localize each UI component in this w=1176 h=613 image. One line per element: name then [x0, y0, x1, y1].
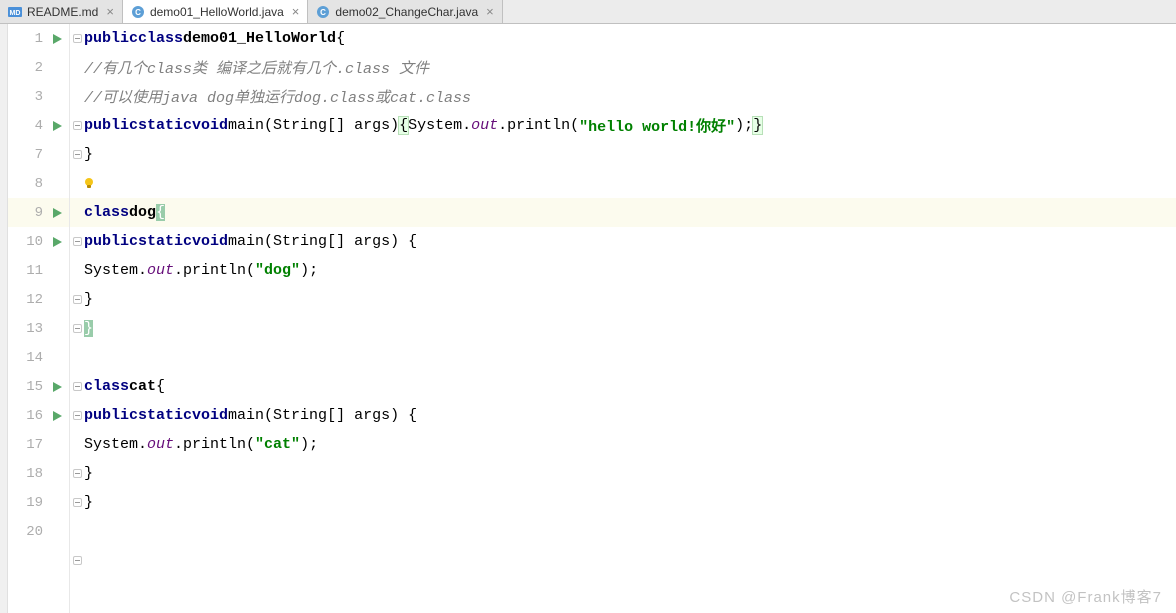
code-editor: 1 2 3 4 7 8 9 10 11 12 13 14 15 16 17 18… [0, 24, 1176, 613]
close-icon[interactable]: × [486, 4, 494, 19]
close-icon[interactable]: × [292, 4, 300, 19]
line-number: 17 [17, 437, 43, 453]
code-line[interactable]: public static void main(String[] args) { [70, 401, 1176, 430]
line-number: 12 [17, 292, 43, 308]
line-number: 2 [17, 60, 43, 76]
watermark-text: CSDN @Frank博客7 [1009, 586, 1162, 607]
tab-readme[interactable]: MD README.md × [0, 0, 123, 23]
line-number: 13 [17, 321, 43, 337]
code-line[interactable]: class cat { [70, 372, 1176, 401]
line-number: 14 [17, 350, 43, 366]
editor-left-strip [0, 24, 8, 613]
editor-tabs: MD README.md × C demo01_HelloWorld.java … [0, 0, 1176, 24]
java-class-file-icon: C [131, 5, 145, 19]
gutter: 1 2 3 4 7 8 9 10 11 12 13 14 15 16 17 18… [8, 24, 70, 613]
tab-label: README.md [27, 5, 98, 19]
fold-toggle-icon[interactable] [73, 556, 82, 565]
code-line[interactable]: public static void main(String[] args) { [70, 227, 1176, 256]
code-line[interactable]: //有几个class类 编译之后就有几个.class 文件 [70, 53, 1176, 82]
run-gutter-icon[interactable] [51, 381, 63, 393]
run-gutter-icon[interactable] [51, 410, 63, 422]
code-area[interactable]: public class demo01_HelloWorld { //有几个cl… [70, 24, 1176, 613]
code-line[interactable]: } [70, 488, 1176, 517]
tab-label: demo01_HelloWorld.java [150, 5, 284, 19]
code-line[interactable]: System.out.println("dog"); [70, 256, 1176, 285]
run-gutter-icon[interactable] [51, 236, 63, 248]
line-number: 19 [17, 495, 43, 511]
line-number: 9 [17, 205, 43, 221]
tab-label: demo02_ChangeChar.java [335, 5, 478, 19]
run-gutter-icon[interactable] [51, 120, 63, 132]
svg-text:MD: MD [10, 10, 21, 17]
java-class-file-icon: C [316, 5, 330, 19]
code-line[interactable]: class dog { [70, 198, 1176, 227]
code-line[interactable]: } [70, 314, 1176, 343]
code-line[interactable]: System.out.println("cat"); [70, 430, 1176, 459]
markdown-file-icon: MD [8, 5, 22, 19]
line-number: 20 [17, 524, 43, 540]
close-icon[interactable]: × [106, 4, 114, 19]
line-number: 15 [17, 379, 43, 395]
line-number: 3 [17, 89, 43, 105]
code-line[interactable]: //可以使用java dog单独运行dog.class或cat.class [70, 82, 1176, 111]
line-number: 18 [17, 466, 43, 482]
code-line[interactable]: } [70, 285, 1176, 314]
svg-text:C: C [135, 8, 141, 17]
code-line[interactable] [70, 169, 1176, 198]
line-number: 11 [17, 263, 43, 279]
svg-text:C: C [321, 8, 327, 17]
code-line[interactable]: public static void main(String[] args) {… [70, 111, 1176, 140]
code-line[interactable]: } [70, 140, 1176, 169]
tab-demo02[interactable]: C demo02_ChangeChar.java × [308, 0, 502, 23]
code-line[interactable]: public class demo01_HelloWorld { [70, 24, 1176, 53]
run-gutter-icon[interactable] [51, 33, 63, 45]
tab-demo01[interactable]: C demo01_HelloWorld.java × [123, 0, 308, 23]
line-number: 16 [17, 408, 43, 424]
line-number: 7 [17, 147, 43, 163]
run-gutter-icon[interactable] [51, 207, 63, 219]
line-number: 8 [17, 176, 43, 192]
line-number: 1 [17, 31, 43, 47]
code-line[interactable] [70, 517, 1176, 546]
code-line[interactable]: } [70, 459, 1176, 488]
code-line[interactable] [70, 343, 1176, 372]
line-number: 10 [17, 234, 43, 250]
line-number: 4 [17, 118, 43, 134]
